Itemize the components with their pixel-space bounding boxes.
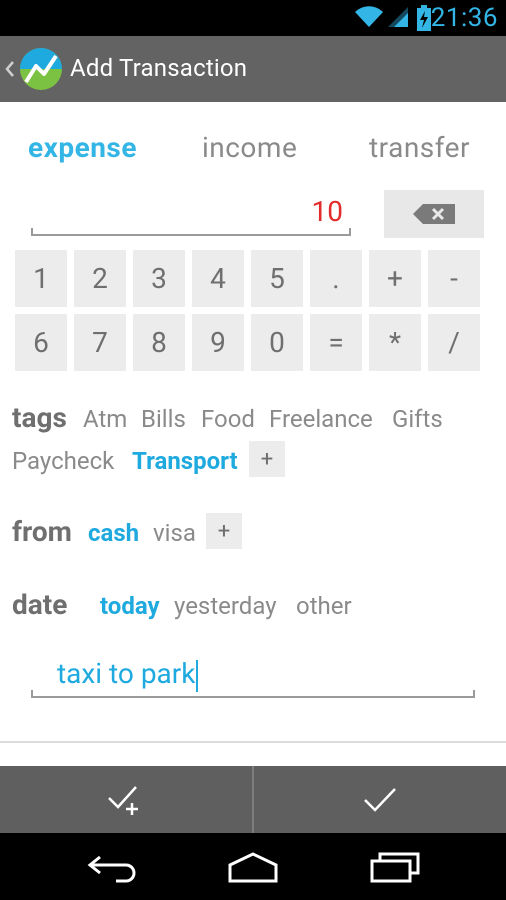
tab-expense[interactable]: expense: [28, 128, 137, 168]
tag-atm[interactable]: Atm: [83, 402, 127, 436]
tag-bills[interactable]: Bills: [141, 402, 186, 436]
key-0[interactable]: 0: [251, 314, 303, 371]
key-3[interactable]: 3: [133, 250, 185, 307]
clock: 21:36: [430, 3, 498, 33]
back-icon[interactable]: [86, 851, 140, 883]
account-visa[interactable]: visa: [153, 516, 196, 550]
from-label: from: [12, 515, 72, 548]
key-4[interactable]: 4: [192, 250, 244, 307]
add-tag-button[interactable]: +: [249, 441, 285, 477]
date-other[interactable]: other: [296, 589, 352, 623]
backspace-icon: [413, 204, 455, 224]
key-9[interactable]: 9: [192, 314, 244, 371]
tab-income[interactable]: income: [202, 128, 297, 168]
tag-gifts[interactable]: Gifts: [392, 402, 443, 436]
key-plus[interactable]: +: [369, 250, 421, 307]
status-bar: 21:36: [0, 0, 506, 36]
key-8[interactable]: 8: [133, 314, 185, 371]
system-nav-bar: [0, 833, 506, 900]
tags-label: tags: [12, 401, 67, 434]
key-2[interactable]: 2: [74, 250, 126, 307]
account-cash[interactable]: cash: [88, 516, 139, 550]
backspace-button[interactable]: [384, 190, 484, 238]
amount-value: 10: [311, 195, 343, 228]
key-decimal[interactable]: .: [310, 250, 362, 307]
amount-field[interactable]: 10: [31, 192, 351, 236]
add-account-button[interactable]: +: [206, 513, 242, 549]
battery-charging-icon: [417, 5, 431, 31]
key-1[interactable]: 1: [15, 250, 67, 307]
save-button[interactable]: [254, 766, 506, 833]
key-divide[interactable]: /: [428, 314, 480, 371]
wifi-icon: [355, 6, 383, 28]
key-minus[interactable]: -: [428, 250, 480, 307]
tag-transport[interactable]: Transport: [132, 444, 238, 478]
key-equals[interactable]: =: [310, 314, 362, 371]
save-icon: [364, 787, 396, 812]
key-5[interactable]: 5: [251, 250, 303, 307]
save-and-new-button[interactable]: [0, 766, 252, 833]
key-7[interactable]: 7: [74, 314, 126, 371]
app-logo-icon[interactable]: [18, 46, 64, 92]
date-label: date: [12, 588, 68, 621]
text-cursor: [196, 659, 199, 692]
action-bar: Add Transaction: [0, 36, 506, 102]
tag-paycheck[interactable]: Paycheck: [12, 444, 114, 478]
tag-food[interactable]: Food: [201, 402, 255, 436]
save-and-new-icon: [108, 785, 138, 815]
page-title: Add Transaction: [70, 54, 248, 82]
recents-icon[interactable]: [368, 851, 422, 883]
home-icon[interactable]: [226, 851, 280, 883]
key-6[interactable]: 6: [15, 314, 67, 371]
date-today[interactable]: today: [100, 589, 160, 623]
signal-icon: [388, 7, 408, 27]
up-caret-icon[interactable]: [5, 60, 15, 78]
date-yesterday[interactable]: yesterday: [174, 589, 277, 623]
tab-transfer[interactable]: transfer: [369, 128, 470, 168]
tag-freelance[interactable]: Freelance: [269, 402, 373, 436]
key-multiply[interactable]: *: [369, 314, 421, 371]
bottom-action-bar: [0, 766, 506, 833]
divider: [0, 741, 506, 743]
note-input[interactable]: taxi to park: [31, 652, 475, 698]
note-text: taxi to park: [57, 657, 196, 690]
